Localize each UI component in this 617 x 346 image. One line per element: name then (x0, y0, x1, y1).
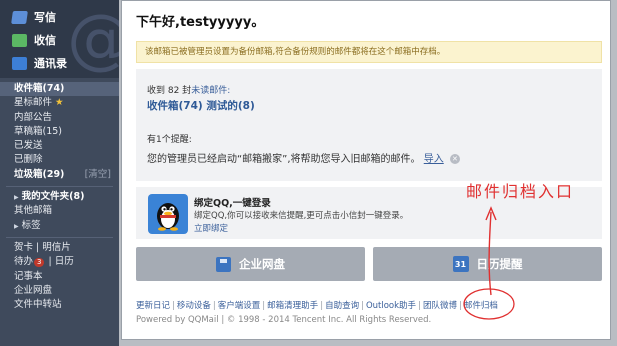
sidebar-item-todo: 待办 3 | 日历 (14, 256, 74, 268)
footer-link-cleanup[interactable]: 邮箱清理助手 (267, 301, 318, 311)
divider (6, 233, 113, 238)
calendar-reminder-label: 日历提醒 (476, 257, 523, 271)
separator: | (320, 301, 324, 311)
inbox-summary: 收到 82 封未读邮件: 收件箱(74) 测试的(8) 有1个提醒: 您的管理员… (136, 69, 602, 181)
import-link[interactable]: 导入 (424, 154, 444, 165)
separator: | (262, 301, 266, 311)
clear-spam-link[interactable]: [清空] (85, 168, 111, 182)
calendar-icon: 31 (452, 256, 469, 272)
expand-triangle-icon: ▶ (14, 194, 19, 202)
footer-link-outlook[interactable]: Outlook助手 (366, 301, 416, 311)
sidebar-item-drafts[interactable]: 草稿箱(15) (0, 125, 119, 139)
sidebar-item-enterprise-disk[interactable]: 企业网盘 (0, 284, 119, 298)
star-icon: ★ (55, 97, 64, 109)
footer-link-mobile[interactable]: 移动设备 (177, 301, 211, 311)
enterprise-disk-label: 企业网盘 (239, 257, 285, 271)
enterprise-disk-button[interactable]: 企业网盘 (136, 247, 365, 281)
receive-label: 收信 (34, 34, 56, 47)
card-link[interactable]: 贺卡 (14, 242, 33, 253)
compose-button[interactable]: 写信 (11, 9, 56, 25)
at-logo-icon: @ (67, 6, 119, 72)
postcard-link[interactable]: 明信片 (42, 242, 71, 253)
reminder-message: 您的管理员已经启动“邮箱搬家”,将帮助您导入旧邮箱的邮件。 (147, 154, 421, 165)
separator: | (458, 301, 462, 311)
receive-button[interactable]: 收信 (12, 32, 56, 48)
bind-qq-title: 绑定QQ,一键登录 (194, 198, 271, 209)
folder-label: 标签 (21, 219, 41, 231)
download-icon (12, 33, 27, 47)
sidebar-item-other-mailbox[interactable]: 其他邮箱 (0, 204, 119, 218)
compose-icon (11, 10, 28, 24)
qq-penguin-icon (148, 194, 188, 234)
greeting-suffix: 。 (251, 15, 265, 30)
sidebar-item-starred[interactable]: 星标邮件 ★ (0, 96, 119, 110)
unread-link[interactable]: 未读邮件: (191, 86, 230, 96)
username: testyyyyy (179, 15, 252, 30)
bind-qq-description: 绑定QQ,你可以接收来信提醒,更可点击小信封一键登录。 (194, 211, 409, 221)
folder-label: 其他邮箱 (14, 205, 53, 217)
folder-label: 已发送 (14, 140, 43, 152)
copyright: Powered by QQMail | © 1998 - 2014 Tencen… (136, 315, 432, 325)
sidebar-item-spam[interactable]: 垃圾箱(29) [清空] (0, 168, 119, 182)
todo-badge: 3 (34, 258, 45, 268)
sidebar-item-sent[interactable]: 已发送 (0, 139, 119, 153)
folder-label: 我的文件夹(8) (21, 191, 85, 203)
footer-link-mail-archive[interactable]: 邮件归档 (464, 301, 498, 311)
archive-entry-annotation: 邮件归档入口 (466, 182, 575, 201)
unread-summary: 收到 82 封未读邮件: (147, 83, 230, 96)
sidebar-item-file-transfer[interactable]: 文件中转站 (0, 298, 119, 312)
separator: | (418, 301, 421, 311)
folder-label: 文件中转站 (14, 299, 62, 311)
folder-label: 星标邮件 (14, 97, 53, 109)
greeting: 下午好,testyyyyy。 (136, 11, 264, 30)
divider (6, 182, 113, 188)
footer-link-client-settings[interactable]: 客户端设置 (218, 301, 261, 311)
folder-list: 收件箱(74) 星标邮件 ★ 内部公告 草稿箱(15) 已发送 已删除 垃圾箱(2… (0, 78, 119, 312)
folder-label: 内部公告 (14, 111, 53, 123)
sidebar-item-tags[interactable]: ▶ 标签 (0, 219, 119, 233)
main-panel: 下午好,testyyyyy。 该邮箱已被管理员设置为备份邮箱,符合备份规则的邮件… (121, 0, 611, 340)
folder-label: 已删除 (14, 154, 43, 166)
sidebar-header: @ 写信 收信 通讯录 (0, 0, 119, 78)
mail-app-window: @ 写信 收信 通讯录 收件箱(74) 星标邮件★ 内部公告 草稿箱(15) 已… (0, 0, 617, 346)
sidebar-item-my-folders[interactable]: ▶ 我的文件夹(8) (0, 190, 119, 204)
folder-label: 企业网盘 (14, 284, 53, 296)
sidebar-item-inbox[interactable]: 收件箱(74) (0, 82, 119, 97)
bind-qq-link[interactable]: 立即绑定 (194, 222, 228, 234)
backup-notice-banner: 该邮箱已被管理员设置为备份邮箱,符合备份规则的邮件都将在这个邮箱中存档。 (136, 41, 602, 63)
folder-label: 草稿箱(15) (14, 125, 63, 137)
sidebar-item-announcements[interactable]: 内部公告 (0, 111, 119, 125)
todo-link[interactable]: 待办 (14, 256, 33, 267)
folder-label: 收件箱(74) (14, 83, 65, 94)
sidebar-item-cards: 贺卡 | 明信片 (14, 241, 71, 253)
compose-label: 写信 (34, 11, 56, 24)
footer-links: 更新日记 | 移动设备 | 客户端设置 | 邮箱清理助手 | 自助查询 | Outlook助手 | 团队… (136, 299, 498, 311)
reminder-title: 有1个提醒: (147, 135, 192, 145)
reminder-text: 您的管理员已经启动“邮箱搬家”,将帮助您导入旧邮箱的邮件。 导入 ✕ (147, 150, 460, 165)
separator: | (361, 301, 364, 311)
footer-link-self-query[interactable]: 自助查询 (325, 301, 359, 311)
disk-icon (216, 256, 231, 272)
unread-count-text: 收到 82 封 (147, 86, 192, 96)
contacts-label: 通讯录 (34, 57, 67, 70)
sidebar: @ 写信 收信 通讯录 收件箱(74) 星标邮件★ 内部公告 草稿箱(15) 已… (0, 0, 119, 346)
calendar-link[interactable]: 日历 (55, 256, 74, 267)
calendar-reminder-button[interactable]: 31 日历提醒 (373, 247, 602, 281)
separator: | (212, 301, 216, 311)
sidebar-item-deleted[interactable]: 已删除 (0, 153, 119, 167)
footer-link-team-weibo[interactable]: 团队微博 (423, 301, 457, 311)
expand-triangle-icon: ▶ (14, 222, 19, 230)
contacts-button[interactable]: 通讯录 (12, 55, 67, 71)
greeting-prefix: 下午好, (136, 15, 180, 30)
footer-link-changelog[interactable]: 更新日记 (136, 301, 170, 311)
folder-label: 记事本 (14, 270, 43, 282)
separator: | (172, 301, 175, 311)
close-icon[interactable]: ✕ (449, 154, 460, 164)
unread-folders-links[interactable]: 收件箱(74) 测试的(8) (147, 98, 255, 113)
sidebar-item-notebook[interactable]: 记事本 (0, 270, 119, 284)
folder-label: 垃圾箱(29) (14, 168, 65, 180)
address-book-icon (12, 56, 27, 70)
